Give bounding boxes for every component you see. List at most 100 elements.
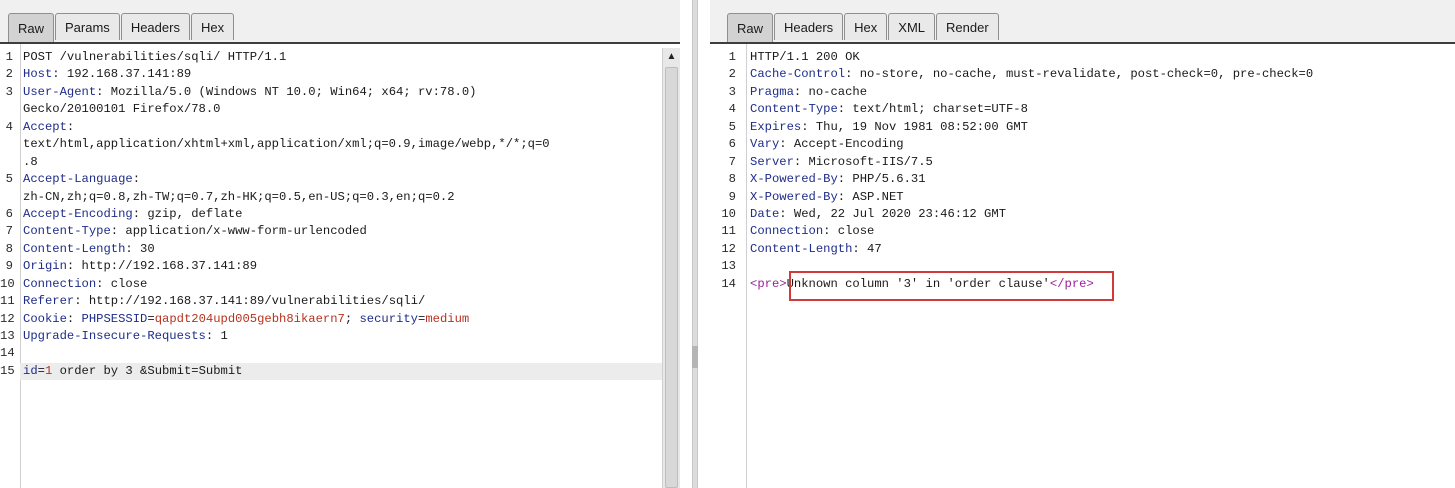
line-text: Connection: close [750,223,874,240]
header-separator: : [110,224,126,239]
header-value: no-cache [808,84,868,99]
response-line: 12 Content-Length: 47 [710,241,1455,258]
header-separator: : [837,172,853,187]
line-text: Vary: Accept-Encoding [750,136,904,153]
header-value: Mozilla/5.0 (Windows NT 10.0; Win64; x64… [110,84,477,99]
cookie-delimiter: ; [344,311,360,326]
line-text: Cache-Control: no-store, no-cache, must-… [750,66,1313,83]
header-separator: : [837,102,853,117]
line-text: Gecko/20100101 Firefox/78.0 [23,101,220,118]
response-line: 9 X-Powered-By: ASP.NET [710,189,1455,206]
request-line: 5 Accept-Language: [0,171,680,188]
line-number: 10 [0,276,15,291]
line-number: 3 [5,84,13,99]
request-tab-hex[interactable]: Hex [190,13,235,40]
response-line: 6 Vary: Accept-Encoding [710,136,1455,153]
header-separator: : [66,119,75,134]
header-value: text/html; charset=UTF-8 [852,102,1028,117]
header-name: Cache-Control [750,67,846,82]
request-tab-params[interactable]: Params [55,13,120,40]
header-name: Accept-Language [23,172,133,187]
line-number: 1 [5,50,13,64]
header-separator: : [779,206,794,221]
response-tab-render[interactable]: Render [936,13,999,40]
line-number: 11 [0,294,15,309]
response-tab-bar: Raw Headers Hex XML Render [710,0,1455,44]
split-divider-grip[interactable] [692,346,698,368]
header-separator: : [823,224,838,239]
line-number: 9 [5,259,13,274]
cookie-value: medium [425,311,470,326]
cookie-name: security [359,311,418,326]
response-line: 14 <pre>Unknown column '3' in 'order clau… [710,276,1455,293]
line-number: 7 [728,154,736,169]
header-separator: : [132,206,148,221]
request-scroll-thumb[interactable] [665,67,678,488]
header-separator: : [52,67,67,82]
request-tab-headers[interactable]: Headers [120,13,190,40]
line-text: Content-Length: 30 [23,241,155,258]
line-content: .8 [23,154,38,169]
line-text: X-Powered-By: PHP/5.6.31 [750,171,926,188]
line-text: User-Agent: Mozilla/5.0 (Windows NT 10.0… [23,84,476,101]
cookie-value: qapdt204upd005gebh8ikaern7 [154,311,345,326]
header-separator: : [66,259,82,274]
header-value: no-store, no-cache, must-revalidate, pos… [859,67,1314,82]
response-tab-xml[interactable]: XML [888,13,936,40]
response-line: 11 Connection: close [710,223,1455,240]
header-name: Connection [23,276,97,291]
header-value: Wed, 22 Jul 2020 23:46:12 GMT [793,206,1007,221]
split-divider-bar[interactable] [692,0,698,488]
request-scrollbar[interactable]: ▲ [662,48,680,488]
param-equals: = [37,363,45,378]
response-tab-headers[interactable]: Headers [774,13,844,40]
response-line: 2 Cache-Control: no-store, no-cache, must… [710,66,1455,83]
request-line: .8 [0,154,680,171]
line-number: 10 [721,206,736,221]
header-name: Expires [750,119,802,134]
split-divider[interactable] [680,0,710,488]
line-number: 13 [721,259,736,274]
line-text: zh-CN,zh;q=0.8,zh-TW;q=0.7,zh-HK;q=0.5,e… [23,189,455,206]
request-line: 13 Upgrade-Insecure-Requests: 1 [0,328,680,345]
header-value: close [837,224,875,239]
line-number: 4 [5,119,13,134]
line-text: POST /vulnerabilities/sqli/ HTTP/1.1 [23,49,286,66]
line-number: 11 [721,224,736,239]
response-lines: 1 HTTP/1.1 200 OK 2 Cache-Control: no-store… [710,49,1455,293]
line-number: 14 [721,276,736,291]
response-line: 10 Date: Wed, 22 Jul 2020 23:46:12 GMT [710,206,1455,223]
scroll-up-icon[interactable]: ▲ [663,48,680,65]
header-name: Host [23,67,53,82]
line-number: 13 [0,329,15,343]
request-editor[interactable]: 1 POST /vulnerabilities/sqli/ HTTP/1.1 2 Ho… [0,44,680,488]
line-number: 1 [728,50,736,64]
line-text: Content-Type: application/x-www-form-url… [23,223,367,240]
response-editor[interactable]: 1 HTTP/1.1 200 OK 2 Cache-Control: no-store… [710,44,1455,488]
request-line: 11 Referer: http://192.168.37.141:89/vuln… [0,293,680,310]
response-pane: Raw Headers Hex XML Render 1 HTTP/1.1 200 OK 2… [710,0,1455,488]
param-name: id [23,363,38,378]
line-text: text/html,application/xhtml+xml,applicat… [23,136,550,153]
response-tab-hex[interactable]: Hex [844,13,888,40]
request-line: 8 Content-Length: 30 [0,241,680,258]
request-line: 9 Origin: http://192.168.37.141:89 [0,258,680,275]
request-tab-bar: Raw Params Headers Hex [0,0,680,44]
response-line: 8 X-Powered-By: PHP/5.6.31 [710,171,1455,188]
header-separator: : [96,84,111,99]
line-text: Content-Type: text/html; charset=UTF-8 [750,101,1028,118]
line-text: Pragma: no-cache [750,84,867,101]
line-text: Server: Microsoft-IIS/7.5 [750,154,933,171]
request-line: zh-CN,zh;q=0.8,zh-TW;q=0.7,zh-HK;q=0.5,e… [0,189,680,206]
line-content: zh-CN,zh;q=0.8,zh-TW;q=0.7,zh-HK;q=0.5,e… [23,189,455,204]
header-name: Pragma [750,84,794,99]
line-content: POST /vulnerabilities/sqli/ HTTP/1.1 [23,50,287,64]
request-tab-raw[interactable]: Raw [8,13,55,42]
header-name: Origin [23,259,67,274]
header-name: X-Powered-By [750,189,838,204]
body-rest: order by 3 &Submit=Submit [52,363,243,378]
cookie-name: PHPSESSID [81,311,148,326]
request-line: Gecko/20100101 Firefox/78.0 [0,101,680,118]
header-name: Server [750,154,794,169]
response-tab-raw[interactable]: Raw [727,13,774,42]
